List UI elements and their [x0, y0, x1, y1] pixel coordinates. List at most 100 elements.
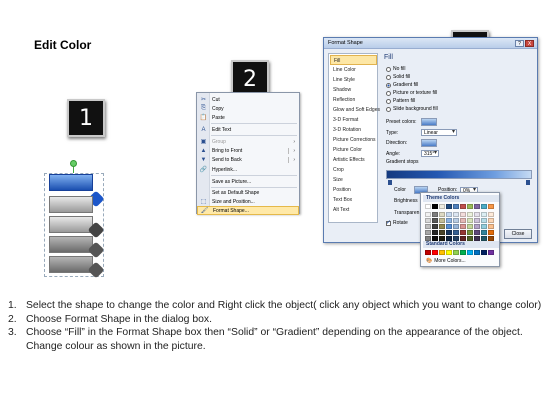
color-swatch[interactable] [474, 212, 480, 217]
color-swatch[interactable] [488, 224, 494, 229]
nav-item-fill[interactable]: Fill [330, 55, 377, 65]
color-swatch[interactable] [439, 250, 445, 255]
radio-pattern-fill[interactable]: Pattern fill [386, 98, 415, 104]
color-swatch[interactable] [446, 224, 452, 229]
direction-button[interactable] [421, 139, 437, 147]
color-swatch[interactable] [432, 218, 438, 223]
color-swatch[interactable] [481, 212, 487, 217]
nav-item-line-color[interactable]: Line Color [330, 65, 377, 75]
color-swatch[interactable] [439, 230, 445, 235]
color-swatch[interactable] [439, 204, 445, 209]
menu-item-save-as-picture[interactable]: Save as Picture... [197, 177, 299, 186]
color-swatch[interactable] [467, 212, 473, 217]
color-swatch[interactable] [460, 224, 466, 229]
dialog-titlebar[interactable]: Format Shape ? X [324, 38, 537, 49]
preset-colors-button[interactable] [421, 118, 437, 126]
color-swatch[interactable] [425, 204, 431, 209]
menu-item-format-shape[interactable]: 🖌 Format Shape... [197, 206, 299, 215]
menu-item-set-default-shape[interactable]: Set as Default Shape [197, 188, 299, 197]
color-swatch[interactable] [446, 250, 452, 255]
color-swatch[interactable] [432, 204, 438, 209]
menu-item-cut[interactable]: ✂ Cut [197, 95, 299, 104]
nav-item-glow[interactable]: Glow and Soft Edges [330, 105, 380, 115]
color-swatch[interactable] [474, 230, 480, 235]
color-swatch[interactable] [432, 224, 438, 229]
color-swatch[interactable] [488, 230, 494, 235]
color-swatch[interactable] [446, 204, 452, 209]
color-swatch[interactable] [453, 224, 459, 229]
color-swatch[interactable] [425, 224, 431, 229]
color-swatch[interactable] [439, 218, 445, 223]
color-swatch[interactable] [432, 230, 438, 235]
nav-item-text-box[interactable]: Text Box [330, 195, 377, 205]
nav-item-alt-text[interactable]: Alt Text [330, 205, 377, 215]
color-swatch[interactable] [488, 204, 494, 209]
color-swatch[interactable] [446, 230, 452, 235]
color-swatch[interactable] [460, 230, 466, 235]
color-swatch[interactable] [474, 218, 480, 223]
radio-solid-fill[interactable]: Solid fill [386, 74, 410, 80]
color-swatch[interactable] [474, 204, 480, 209]
color-swatch[interactable] [425, 250, 431, 255]
color-swatch[interactable] [460, 218, 466, 223]
color-swatch[interactable] [481, 218, 487, 223]
gradient-stop-handle[interactable] [388, 180, 392, 185]
color-swatch[interactable] [432, 212, 438, 217]
menu-item-group[interactable]: ▣ Group › [197, 137, 299, 146]
nav-item-picture-corrections[interactable]: Picture Corrections [330, 135, 377, 145]
color-swatch[interactable] [467, 250, 473, 255]
color-swatch[interactable] [460, 204, 466, 209]
color-swatch[interactable] [453, 250, 459, 255]
radio-slide-background-fill[interactable]: Slide background fill [386, 106, 438, 112]
color-swatch[interactable] [453, 212, 459, 217]
color-swatch[interactable] [481, 224, 487, 229]
color-swatch[interactable] [446, 212, 452, 217]
color-swatch[interactable] [460, 212, 466, 217]
color-swatch[interactable] [467, 230, 473, 235]
menu-item-hyperlink[interactable]: 🔗 Hyperlink... [197, 165, 299, 174]
color-swatch[interactable] [425, 218, 431, 223]
nav-item-crop[interactable]: Crop [330, 165, 377, 175]
nav-item-artistic-effects[interactable]: Artistic Effects [330, 155, 377, 165]
color-swatch[interactable] [481, 230, 487, 235]
rotate-with-shape-checkbox[interactable]: Rotate [386, 219, 408, 226]
menu-item-copy[interactable]: ⎘ Copy [197, 104, 299, 113]
help-button[interactable]: ? [515, 40, 524, 47]
color-swatch[interactable] [481, 204, 487, 209]
selected-shape-group[interactable] [44, 160, 105, 279]
nav-item-reflection[interactable]: Reflection [330, 95, 377, 105]
color-swatch[interactable] [467, 204, 473, 209]
color-swatch[interactable] [488, 212, 494, 217]
radio-picture-fill[interactable]: Picture or texture fill [386, 90, 437, 96]
color-swatch[interactable] [467, 224, 473, 229]
shape-bar-blue[interactable] [49, 174, 93, 191]
close-icon[interactable]: X [525, 40, 534, 47]
radio-gradient-fill[interactable]: Gradient fill [386, 82, 418, 88]
color-swatch[interactable] [460, 250, 466, 255]
more-colors-item[interactable]: 🎨 More Colors... [426, 258, 466, 264]
shape-bar[interactable] [49, 216, 93, 233]
menu-item-size-and-position[interactable]: ⬚ Size and Position... [197, 197, 299, 206]
color-swatch[interactable] [432, 250, 438, 255]
menu-item-bring-to-front[interactable]: ▲ Bring to Front › [197, 146, 299, 155]
color-swatch[interactable] [481, 250, 487, 255]
color-swatch[interactable] [446, 218, 452, 223]
close-button[interactable]: Close [504, 229, 532, 239]
shape-bar[interactable] [49, 256, 93, 273]
color-swatch[interactable] [453, 204, 459, 209]
menu-item-send-to-back[interactable]: ▼ Send to Back › [197, 155, 299, 164]
nav-item-line-style[interactable]: Line Style [330, 75, 377, 85]
color-swatch[interactable] [439, 224, 445, 229]
color-swatch[interactable] [474, 224, 480, 229]
nav-item-3d-format[interactable]: 3-D Format [330, 115, 377, 125]
shape-bar[interactable] [49, 236, 93, 253]
color-swatch[interactable] [467, 218, 473, 223]
gradient-stop-handle[interactable] [526, 180, 530, 185]
nav-item-position[interactable]: Position [330, 185, 377, 195]
nav-item-picture-color[interactable]: Picture Color [330, 145, 377, 155]
radio-no-fill[interactable]: No fill [386, 66, 406, 72]
color-swatch[interactable] [425, 230, 431, 235]
type-select[interactable]: Linear [421, 129, 457, 136]
rotation-handle[interactable] [70, 160, 77, 167]
color-swatch[interactable] [474, 250, 480, 255]
